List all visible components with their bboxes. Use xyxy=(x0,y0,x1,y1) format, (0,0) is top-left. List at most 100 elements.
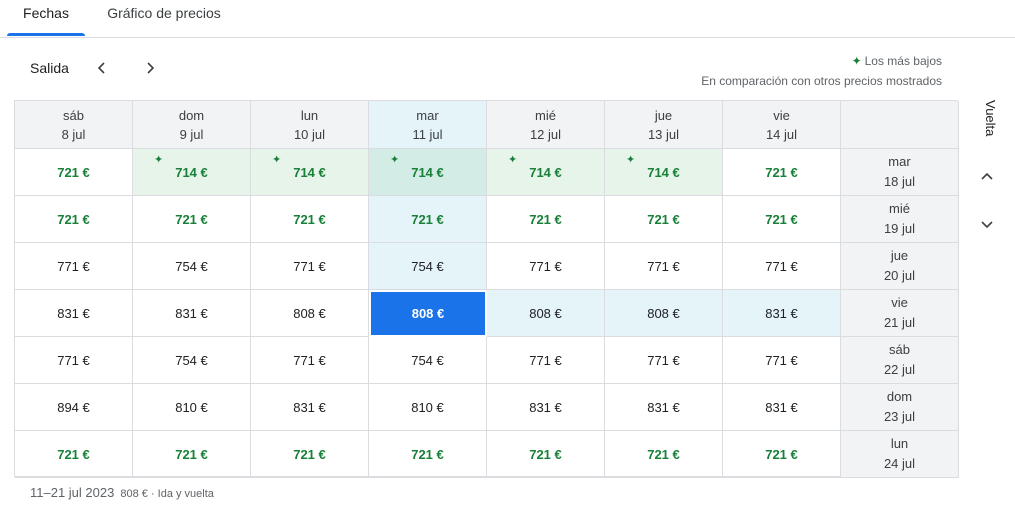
price-cell[interactable]: ✦ 714 € xyxy=(369,149,487,196)
price-value: 808 € xyxy=(529,305,562,321)
price-cell[interactable]: 831 € xyxy=(133,290,251,337)
price-cell[interactable]: 721 € xyxy=(487,196,605,243)
price-cell[interactable]: 808 € xyxy=(605,290,723,337)
lowest-price-sparkle-icon: ✦ xyxy=(154,154,164,166)
price-cell[interactable]: 771 € xyxy=(251,243,369,290)
price-cell[interactable]: 771 € xyxy=(487,243,605,290)
selection-summary: 11–21 jul 2023 808 € · Ida y vuelta xyxy=(30,485,214,500)
price-cell[interactable]: 721 € xyxy=(133,431,251,478)
price-cell[interactable]: 831 € xyxy=(723,290,841,337)
price-cell[interactable]: 810 € xyxy=(133,384,251,431)
return-weekday: mar xyxy=(888,154,911,169)
price-value: 808 € xyxy=(293,305,326,321)
price-cell[interactable]: 810 € xyxy=(369,384,487,431)
price-cell[interactable]: 721 € xyxy=(15,149,133,196)
price-value: 721 € xyxy=(765,164,798,180)
price-cell[interactable]: 771 € xyxy=(723,337,841,384)
price-value: 721 € xyxy=(57,446,90,462)
selected-date-range: 11–21 jul 2023 xyxy=(30,485,115,500)
price-value: 721 € xyxy=(765,211,798,227)
return-weekday: jue xyxy=(890,248,909,263)
price-cell[interactable]: 831 € xyxy=(251,384,369,431)
price-cell[interactable]: 721 € xyxy=(251,196,369,243)
price-cell[interactable]: 721 € xyxy=(369,431,487,478)
price-cell[interactable]: ✦ 714 € xyxy=(605,149,723,196)
price-cell[interactable]: 808 € xyxy=(487,290,605,337)
price-value: 894 € xyxy=(57,399,90,415)
price-value: 714 € xyxy=(411,164,444,180)
legend-comparison-note: En comparación con otros precios mostrad… xyxy=(701,74,942,88)
price-cell[interactable]: 721 € xyxy=(723,196,841,243)
price-cell[interactable]: 808 € xyxy=(251,290,369,337)
departure-date-header: sáb 8 jul xyxy=(15,101,133,149)
price-cell[interactable]: 721 € xyxy=(15,431,133,478)
previous-return-button[interactable] xyxy=(975,164,999,188)
next-return-button[interactable] xyxy=(975,212,999,236)
price-cell[interactable]: 771 € xyxy=(605,337,723,384)
price-cell[interactable]: 831 € xyxy=(605,384,723,431)
price-cell[interactable]: 721 € xyxy=(251,431,369,478)
price-cell[interactable]: 721 € xyxy=(369,196,487,243)
return-date: 20 jul xyxy=(883,268,916,283)
price-cell[interactable]: ✦ 714 € xyxy=(251,149,369,196)
price-cell[interactable]: 771 € xyxy=(251,337,369,384)
price-value: 754 € xyxy=(175,352,208,368)
price-cell[interactable]: 721 € xyxy=(723,431,841,478)
price-cell[interactable]: 808 € xyxy=(369,290,487,337)
price-cell[interactable]: 831 € xyxy=(15,290,133,337)
price-cell[interactable]: 754 € xyxy=(133,337,251,384)
sparkle-icon: ✦ xyxy=(851,54,862,68)
return-weekday: mié xyxy=(889,201,910,216)
return-weekday: dom xyxy=(886,389,913,404)
active-tab-indicator xyxy=(7,33,85,36)
price-cell[interactable]: 721 € xyxy=(133,196,251,243)
price-value: 771 € xyxy=(765,352,798,368)
price-value: 771 € xyxy=(293,352,326,368)
price-value: 810 € xyxy=(411,399,444,415)
price-value: 831 € xyxy=(765,399,798,415)
departure-weekday: mié xyxy=(535,107,556,123)
price-cell[interactable]: 754 € xyxy=(369,243,487,290)
price-cell[interactable]: 894 € xyxy=(15,384,133,431)
price-cell[interactable]: 771 € xyxy=(15,243,133,290)
price-cell[interactable]: 721 € xyxy=(605,431,723,478)
price-cell[interactable]: 771 € xyxy=(723,243,841,290)
price-value: 721 € xyxy=(57,211,90,227)
price-cell[interactable]: 721 € xyxy=(723,149,841,196)
price-value: 721 € xyxy=(411,211,444,227)
price-cell[interactable]: 831 € xyxy=(487,384,605,431)
price-cell[interactable]: 721 € xyxy=(487,431,605,478)
departure-date: 13 jul xyxy=(647,126,680,142)
price-cell[interactable]: 721 € xyxy=(15,196,133,243)
previous-departure-button[interactable] xyxy=(90,56,114,80)
price-cell[interactable]: 831 € xyxy=(723,384,841,431)
return-date: 23 jul xyxy=(883,409,916,424)
departure-weekday: jue xyxy=(654,107,673,123)
price-cell[interactable]: 721 € xyxy=(605,196,723,243)
price-cell[interactable]: 771 € xyxy=(487,337,605,384)
price-value: 721 € xyxy=(411,446,444,462)
price-cell[interactable]: 771 € xyxy=(605,243,723,290)
return-weekday: sáb xyxy=(889,342,910,357)
price-value: 721 € xyxy=(175,446,208,462)
departure-date: 14 jul xyxy=(765,126,798,142)
price-cell[interactable]: 754 € xyxy=(133,243,251,290)
price-cell[interactable]: ✦ 714 € xyxy=(133,149,251,196)
price-cell[interactable]: 754 € xyxy=(369,337,487,384)
departure-date-header: vie 14 jul xyxy=(723,101,841,149)
price-value: 831 € xyxy=(529,399,562,415)
selected-price-summary: 808 € · Ida y vuelta xyxy=(120,488,214,500)
price-value: 771 € xyxy=(765,258,798,274)
price-value: 831 € xyxy=(293,399,326,415)
price-value: 721 € xyxy=(765,446,798,462)
lowest-price-sparkle-icon: ✦ xyxy=(508,154,518,166)
return-date: 19 jul xyxy=(883,221,916,236)
price-cell[interactable]: 771 € xyxy=(15,337,133,384)
price-value: 771 € xyxy=(529,352,562,368)
tab-fechas[interactable]: Fechas xyxy=(7,0,85,36)
tab-grafico-de-precios[interactable]: Gráfico de precios xyxy=(92,0,236,36)
next-departure-button[interactable] xyxy=(138,56,162,80)
price-cell[interactable]: ✦ 714 € xyxy=(487,149,605,196)
departure-weekday: dom xyxy=(178,107,205,123)
price-value: 771 € xyxy=(57,258,90,274)
